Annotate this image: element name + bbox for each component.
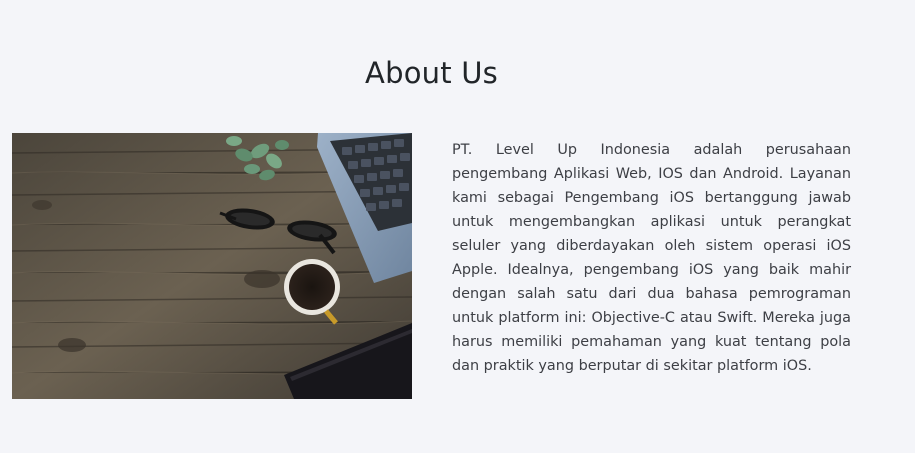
about-paragraph: PT. Level Up Indonesia adalah perusahaan… [452,142,851,374]
about-section: About Us PT. Level Up Indonesia adalah p… [0,0,915,453]
section-title: About Us [365,56,498,90]
about-photo [12,133,412,399]
